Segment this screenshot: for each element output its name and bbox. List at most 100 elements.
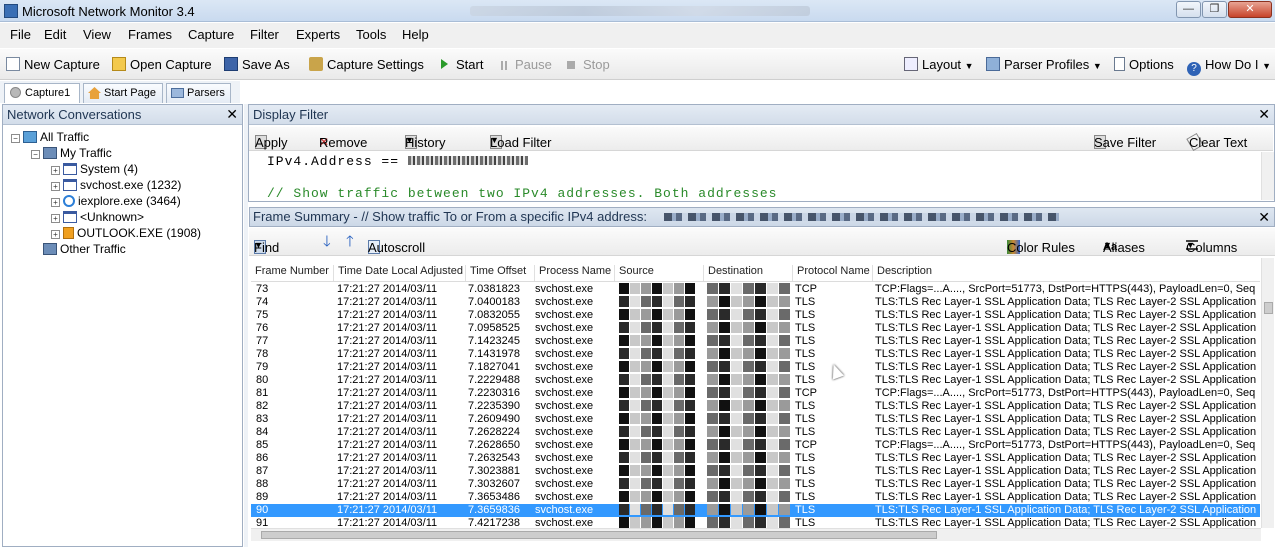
table-row[interactable]: 74 17:21:27 2014/03/11 7.0400183 svchost.ex… <box>251 296 1260 309</box>
menu-capture[interactable]: Capture <box>188 27 234 42</box>
column-header-description[interactable]: Description <box>873 265 1260 281</box>
table-cell: 88 <box>256 478 269 490</box>
menu-frames[interactable]: Frames <box>128 27 172 42</box>
grid-vertical-scrollbar[interactable] <box>1261 258 1274 528</box>
minimize-button[interactable]: — <box>1176 1 1201 18</box>
table-row[interactable]: 86 17:21:27 2014/03/11 7.2632543 svchost.ex… <box>251 452 1260 465</box>
table-row[interactable]: 84 17:21:27 2014/03/11 7.2628224 svchost.ex… <box>251 426 1260 439</box>
column-header-time-date[interactable]: Time Date Local Adjusted <box>334 265 466 281</box>
redacted-source-block <box>663 452 673 463</box>
tree-item-outlook[interactable]: + OUTLOOK.EXE (1908) <box>51 225 201 241</box>
collapse-icon[interactable]: − <box>31 150 40 159</box>
table-row[interactable]: 85 17:21:27 2014/03/11 7.2628650 svchost.ex… <box>251 439 1260 452</box>
close-button[interactable]: ✕ <box>1228 1 1272 18</box>
column-header-frame-number[interactable]: Frame Number <box>251 265 334 281</box>
expand-icon[interactable]: + <box>51 214 60 223</box>
tree-item-unknown[interactable]: + <Unknown> <box>51 209 144 225</box>
close-icon[interactable]: ✕ <box>1258 208 1270 226</box>
table-row[interactable]: 90 17:21:27 2014/03/11 7.3659836 svchost.ex… <box>251 504 1260 517</box>
menu-view[interactable]: View <box>83 27 111 42</box>
table-row[interactable]: 83 17:21:27 2014/03/11 7.2609490 svchost.ex… <box>251 413 1260 426</box>
grid-horizontal-scrollbar[interactable] <box>251 528 1261 541</box>
table-row[interactable]: 73 17:21:27 2014/03/11 7.0381823 svchost.ex… <box>251 283 1260 296</box>
table-cell: TLS <box>795 335 816 347</box>
tree-item-system[interactable]: + System (4) <box>51 161 138 177</box>
open-capture-button[interactable]: Open Capture <box>112 57 212 72</box>
capture-settings-button[interactable]: Capture Settings <box>309 57 424 72</box>
table-cell: svchost.exe <box>535 348 594 360</box>
expand-icon[interactable]: + <box>51 198 60 207</box>
table-row[interactable]: 77 17:21:27 2014/03/11 7.1423245 svchost.ex… <box>251 335 1260 348</box>
redacted-destination-block <box>767 374 778 385</box>
filter-scrollbar[interactable] <box>1261 152 1274 200</box>
table-row[interactable]: 79 17:21:27 2014/03/11 7.1827041 svchost.ex… <box>251 361 1260 374</box>
close-icon[interactable]: ✕ <box>1258 105 1270 124</box>
collapse-icon[interactable]: − <box>11 134 20 143</box>
table-row[interactable]: 81 17:21:27 2014/03/11 7.2230316 svchost.ex… <box>251 387 1260 400</box>
column-header-source[interactable]: Source <box>615 265 704 281</box>
redacted-address <box>664 213 1059 221</box>
table-row[interactable]: 76 17:21:27 2014/03/11 7.0958525 svchost.ex… <box>251 322 1260 335</box>
table-row[interactable]: 88 17:21:27 2014/03/11 7.3032607 svchost.ex… <box>251 478 1260 491</box>
parser-profiles-button[interactable]: Parser Profiles ▼ <box>986 57 1102 72</box>
redacted-destination-block <box>779 478 790 489</box>
tree-item-other-traffic[interactable]: Other Traffic <box>43 241 126 257</box>
table-row[interactable]: 87 17:21:27 2014/03/11 7.3023881 svchost.ex… <box>251 465 1260 478</box>
find-next-arrow-icon[interactable]: 🡓 <box>323 231 331 256</box>
redacted-destination-block <box>719 426 730 437</box>
layout-button[interactable]: Layout ▼ <box>904 57 974 72</box>
stop-button[interactable]: Stop <box>567 57 610 72</box>
expand-icon[interactable]: + <box>51 230 60 239</box>
expand-icon[interactable]: + <box>51 166 60 175</box>
tree-item-iexplore[interactable]: + iexplore.exe (3464) <box>51 193 181 209</box>
table-row[interactable]: 82 17:21:27 2014/03/11 7.2235390 svchost.ex… <box>251 400 1260 413</box>
redacted-address <box>407 156 528 165</box>
options-button[interactable]: Options <box>1114 57 1174 72</box>
table-row[interactable]: 75 17:21:27 2014/03/11 7.0832055 svchost.ex… <box>251 309 1260 322</box>
title-bar: Microsoft Network Monitor 3.4 — ❐ ✕ <box>0 0 1275 22</box>
table-cell: 80 <box>256 374 269 386</box>
tree-item-svchost[interactable]: + svchost.exe (1232) <box>51 177 181 193</box>
close-icon[interactable]: ✕ <box>226 105 238 124</box>
redacted-destination-block <box>743 413 754 424</box>
redacted-destination-block <box>707 335 718 346</box>
table-cell: TLS:TLS Rec Layer-1 SSL Application Data… <box>875 374 1260 386</box>
redacted-source-block <box>652 491 662 502</box>
menu-file[interactable]: File <box>10 27 31 42</box>
start-button[interactable]: Start <box>441 57 483 72</box>
horizontal-scroll-thumb[interactable] <box>261 531 937 539</box>
menu-tools[interactable]: Tools <box>356 27 386 42</box>
tab-parsers[interactable]: Parsers <box>166 83 231 103</box>
table-row[interactable]: 80 17:21:27 2014/03/11 7.2229488 svchost.ex… <box>251 374 1260 387</box>
tab-start-page[interactable]: Start Page <box>83 83 163 103</box>
filter-text-editor[interactable]: IPv4.Address == // Show traffic between … <box>249 152 1261 201</box>
column-header-protocol-name[interactable]: Protocol Name <box>793 265 873 281</box>
redacted-source-block <box>685 465 695 476</box>
expand-icon[interactable]: + <box>51 182 60 191</box>
column-header-time-offset[interactable]: Time Offset <box>466 265 535 281</box>
column-header-process-name[interactable]: Process Name <box>535 265 615 281</box>
table-row[interactable]: 91 17:21:27 2014/03/11 7.4217238 svchost.ex… <box>251 517 1260 528</box>
tab-capture1[interactable]: Capture1 <box>4 83 80 103</box>
table-cell: svchost.exe <box>535 478 594 490</box>
menu-help[interactable]: Help <box>402 27 429 42</box>
how-do-i-button[interactable]: ? How Do I ▼ <box>1187 57 1271 76</box>
window-icon <box>63 211 77 223</box>
table-row[interactable]: 89 17:21:27 2014/03/11 7.3653486 svchost.ex… <box>251 491 1260 504</box>
column-header-destination[interactable]: Destination <box>704 265 793 281</box>
table-row[interactable]: 78 17:21:27 2014/03/11 7.1431978 svchost.ex… <box>251 348 1260 361</box>
tree-item-all-traffic[interactable]: − All Traffic <box>11 129 89 145</box>
new-capture-button[interactable]: New Capture <box>6 57 100 72</box>
menu-filter[interactable]: Filter <box>250 27 279 42</box>
menu-experts[interactable]: Experts <box>296 27 340 42</box>
redacted-source-block <box>674 361 684 372</box>
save-as-button[interactable]: Save As <box>224 57 290 72</box>
find-previous-arrow-icon[interactable]: 🡑 <box>346 231 354 256</box>
redacted-source-block <box>641 426 651 437</box>
pause-button[interactable]: Pause <box>501 57 552 72</box>
tree-item-my-traffic[interactable]: − My Traffic <box>31 145 112 161</box>
menu-edit[interactable]: Edit <box>44 27 66 42</box>
maximize-button[interactable]: ❐ <box>1202 1 1227 18</box>
redacted-destination-block <box>767 387 778 398</box>
vertical-scroll-thumb[interactable] <box>1264 302 1273 314</box>
